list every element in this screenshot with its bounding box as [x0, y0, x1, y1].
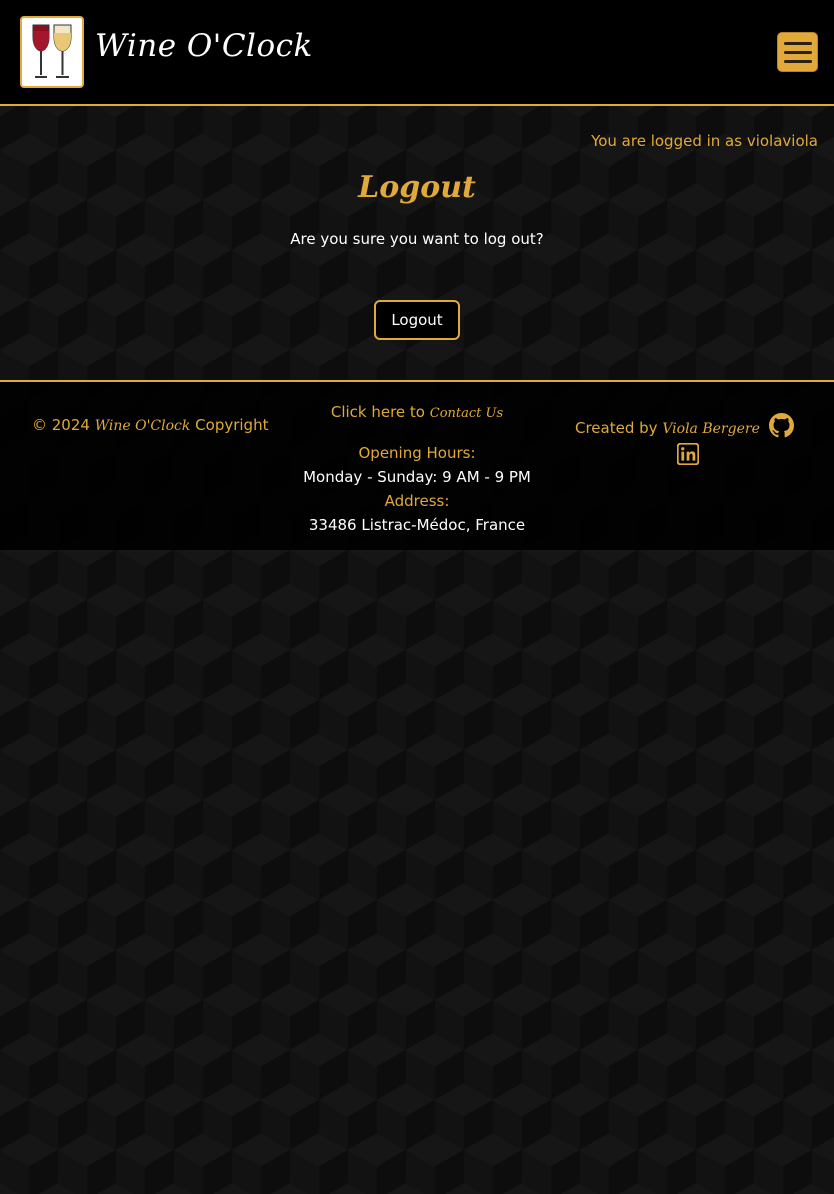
page-title: Logout — [358, 170, 476, 205]
address-value: 33486 Listrac-Médoc, France — [308, 516, 526, 534]
copyright-year: © 2024 — [32, 416, 90, 434]
hamburger-icon-bar — [783, 50, 812, 54]
copyright-text: Copyright — [195, 416, 269, 434]
hours-label: Opening Hours: — [358, 444, 476, 462]
menu-toggle-button[interactable] — [777, 32, 818, 72]
created-prefix: Created by — [575, 419, 658, 437]
hamburger-icon-bar — [783, 59, 812, 63]
copyright: © 2024 Wine O'Clock Copyright — [32, 416, 268, 434]
login-status: You are logged in as violaviola — [591, 132, 818, 150]
copyright-brand: Wine O'Clock — [94, 418, 191, 434]
footer: © 2024 Wine O'Clock Copyright Click here… — [0, 382, 834, 550]
hamburger-icon-bar — [783, 41, 812, 45]
contact-prefix: Click here to — [330, 403, 425, 421]
address-label: Address: — [384, 492, 450, 510]
created-by: Created by Viola Bergere — [575, 419, 760, 437]
navbar: Wine O'Clock — [0, 0, 834, 106]
wine-glasses-logo-icon — [32, 24, 72, 78]
github-icon[interactable] — [769, 413, 794, 438]
confirm-text: Are you sure you want to log out? — [290, 230, 544, 248]
logo-link[interactable] — [20, 16, 84, 88]
brand-name[interactable]: Wine O'Clock — [95, 28, 313, 64]
contact-link[interactable]: Click here to Contact Us — [331, 403, 503, 421]
linkedin-icon[interactable] — [676, 442, 700, 466]
footer-contact-info: Click here to Contact Us Opening Hours: … — [260, 400, 574, 537]
contact-us-label: Contact Us — [429, 406, 504, 421]
hours-value: Monday - Sunday: 9 AM - 9 PM — [303, 468, 531, 486]
logout-button[interactable]: Logout — [374, 300, 460, 340]
creator-name: Viola Bergere — [662, 421, 760, 437]
